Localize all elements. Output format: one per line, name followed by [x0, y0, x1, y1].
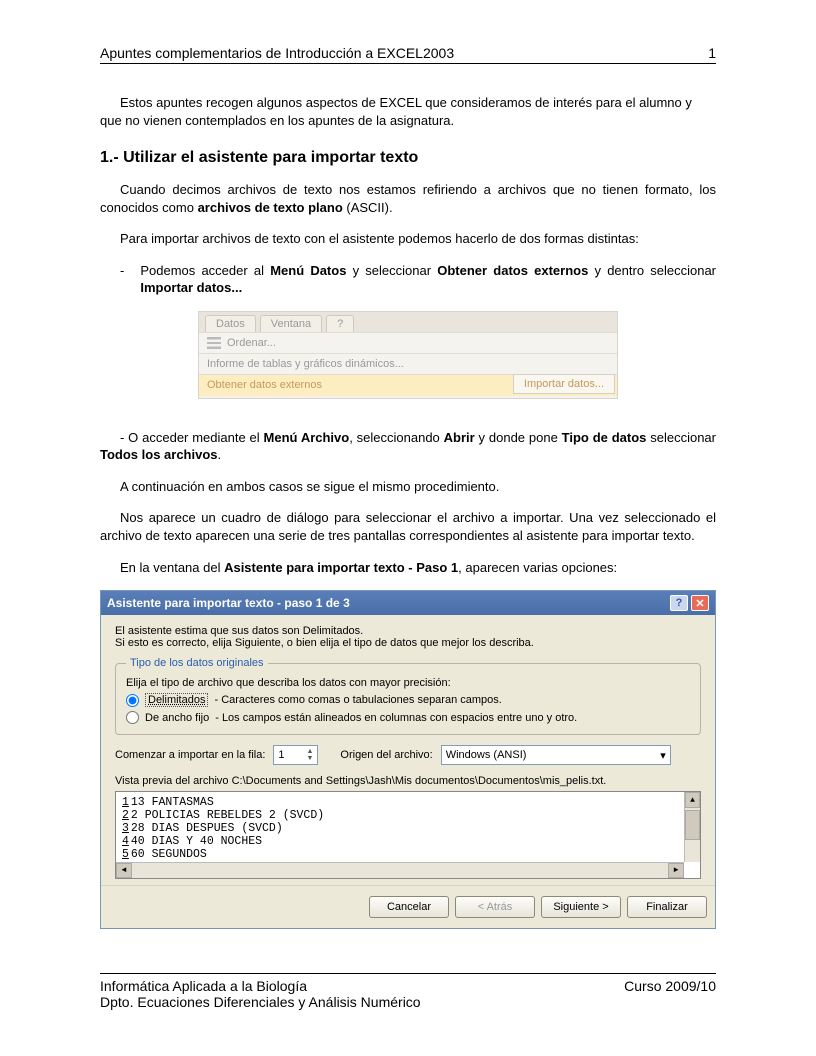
chevron-down-icon: ▾: [660, 749, 666, 762]
preview-box: 113 FANTASMAS 22 POLICIAS REBELDES 2 (SV…: [115, 791, 701, 879]
radio-ancho-fijo-desc: - Los campos están alineados en columnas…: [215, 712, 577, 724]
preview-label: Vista previa del archivo C:\Documents an…: [115, 775, 701, 787]
footer-right: Curso 2009/10: [624, 978, 716, 994]
preview-line: 22 POLICIAS REBELDES 2 (SVCD): [122, 809, 694, 822]
footer-dept: Dpto. Ecuaciones Diferenciales y Análisi…: [100, 994, 716, 1010]
wizard-title: Asistente para importar texto - paso 1 d…: [107, 596, 350, 610]
intro-paragraph: Estos apuntes recogen algunos aspectos d…: [100, 94, 716, 129]
radio-delimitados[interactable]: [126, 694, 139, 707]
paragraph-3: - O acceder mediante el Menú Archivo, se…: [100, 429, 716, 464]
radio-ancho-fijo-label: De ancho fijo: [145, 712, 209, 724]
header-title: Apuntes complementarios de Introducción …: [100, 45, 454, 61]
wizard-button-row: Cancelar < Atrás Siguiente > Finalizar: [101, 885, 715, 928]
preview-line: 113 FANTASMAS: [122, 796, 694, 809]
paragraph-2: Para importar archivos de texto con el a…: [100, 230, 716, 248]
footer-left: Informática Aplicada a la Biología: [100, 978, 307, 994]
wizard-desc-line2: Si esto es correcto, elija Siguiente, o …: [115, 637, 701, 649]
paragraph-6: En la ventana del Asistente para importa…: [100, 559, 716, 577]
next-button[interactable]: Siguiente >: [541, 896, 621, 918]
menu-item-informe: Informe de tablas y gráficos dinámicos..…: [199, 353, 617, 374]
radio-ancho-fijo[interactable]: [126, 711, 139, 724]
section-heading: 1.- Utilizar el asistente para importar …: [100, 149, 716, 167]
finish-button[interactable]: Finalizar: [627, 896, 707, 918]
cancel-button[interactable]: Cancelar: [369, 896, 449, 918]
vertical-scrollbar[interactable]: ▲: [684, 792, 700, 862]
wizard-desc-line1: El asistente estima que sus datos son De…: [115, 625, 701, 637]
chevron-down-icon[interactable]: ▼: [306, 755, 313, 762]
origin-label: Origen del archivo:: [340, 749, 432, 761]
bullet-dash: -: [120, 262, 124, 297]
back-button[interactable]: < Atrás: [455, 896, 535, 918]
menu-item-ordenar: Ordenar...: [199, 332, 617, 353]
fieldset-prompt: Elija el tipo de archivo que describa lo…: [126, 677, 690, 689]
close-button[interactable]: ✕: [691, 595, 709, 611]
page-footer: Informática Aplicada a la Biología Curso…: [100, 973, 716, 1010]
radio-delimitados-desc: - Caracteres como comas o tabulaciones s…: [214, 694, 501, 706]
scroll-left-icon[interactable]: ◄: [116, 863, 132, 878]
scroll-up-icon[interactable]: ▲: [685, 792, 700, 808]
chevron-up-icon[interactable]: ▲: [306, 748, 313, 755]
fieldset-legend: Tipo de los datos originales: [126, 657, 268, 669]
paragraph-1: Cuando decimos archivos de texto nos est…: [100, 181, 716, 216]
start-row-spinner[interactable]: 1 ▲▼: [273, 745, 318, 765]
import-wizard-dialog: Asistente para importar texto - paso 1 d…: [100, 590, 716, 929]
sort-icon: [207, 337, 221, 349]
menu-tab-ventana: Ventana: [260, 315, 322, 332]
preview-line: 560 SEGUNDOS: [122, 848, 694, 861]
submenu-importar-datos: Importar datos...: [513, 374, 615, 394]
paragraph-5: Nos aparece un cuadro de diálogo para se…: [100, 509, 716, 544]
help-button[interactable]: ?: [670, 595, 688, 611]
horizontal-scrollbar[interactable]: ◄ ►: [116, 862, 684, 878]
scroll-right-icon[interactable]: ►: [668, 863, 684, 878]
bullet-item: - Podemos acceder al Menú Datos y selecc…: [100, 262, 716, 297]
origin-combo[interactable]: Windows (ANSI) ▾: [441, 745, 671, 765]
wizard-titlebar: Asistente para importar texto - paso 1 d…: [101, 591, 715, 615]
preview-line: 328 DIAS DESPUES (SVCD): [122, 822, 694, 835]
scroll-thumb[interactable]: [685, 810, 700, 840]
preview-line: 440 DIAS Y 40 NOCHES: [122, 835, 694, 848]
paragraph-4: A continuación en ambos casos se sigue e…: [100, 478, 716, 496]
data-type-fieldset: Tipo de los datos originales Elija el ti…: [115, 657, 701, 735]
header-page-number: 1: [708, 45, 716, 61]
menu-tab-datos: Datos: [205, 315, 256, 332]
start-row-label: Comenzar a importar en la fila:: [115, 749, 265, 761]
radio-delimitados-label: Delimitados: [145, 693, 208, 707]
page-header: Apuntes complementarios de Introducción …: [100, 45, 716, 64]
menu-screenshot: Datos Ventana ? Ordenar... Informe de ta…: [198, 311, 618, 399]
menu-tab-help: ?: [326, 315, 354, 332]
bullet-text: Podemos acceder al Menú Datos y seleccio…: [140, 262, 716, 297]
